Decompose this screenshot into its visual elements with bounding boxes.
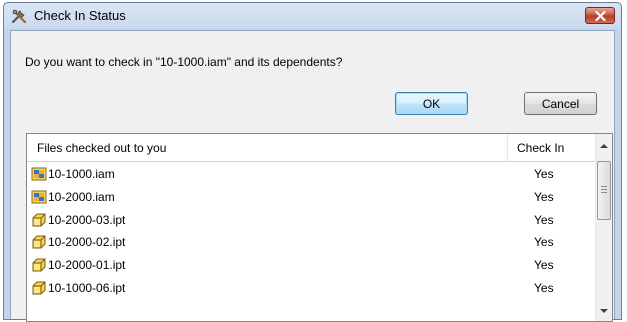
column-header-check-in[interactable]: Check In <box>517 141 564 155</box>
close-icon <box>595 11 606 21</box>
check-in-status[interactable]: Yes <box>534 235 554 249</box>
list-item[interactable]: 10-2000-01.ipt Yes <box>27 254 596 277</box>
list-item[interactable]: 10-2000-02.ipt Yes <box>27 231 596 254</box>
question-text: Do you want to check in "10-1000.iam" an… <box>25 55 343 69</box>
file-name: 10-2000.iam <box>48 189 115 204</box>
tools-icon <box>11 9 27 24</box>
part-file-icon <box>32 258 46 272</box>
check-in-status[interactable]: Yes <box>534 213 554 227</box>
list-item[interactable]: 10-2000-03.ipt Yes <box>27 209 596 232</box>
cancel-button[interactable]: Cancel <box>524 92 597 115</box>
file-name: 10-2000-03.ipt <box>48 212 126 227</box>
file-name: 10-2000-01.ipt <box>48 258 126 273</box>
title-bar[interactable]: Check In Status <box>4 3 621 29</box>
scroll-thumb[interactable] <box>597 161 611 220</box>
check-in-status[interactable]: Yes <box>534 167 554 181</box>
list-item[interactable]: 10-1000-06.ipt Yes <box>27 277 596 300</box>
file-name: 10-1000.iam <box>48 167 115 181</box>
checked-out-files-list[interactable]: Files checked out to you Check In 10-100… <box>26 133 613 322</box>
list-item[interactable]: 10-1000.iam Yes <box>27 163 596 186</box>
part-file-icon <box>32 235 46 249</box>
dialog-window: Check In Status Do you want to check in … <box>3 2 622 322</box>
assembly-file-icon <box>31 167 47 181</box>
scroll-down-icon[interactable] <box>600 307 608 315</box>
file-name: 10-1000-06.ipt <box>48 280 126 295</box>
scroll-up-icon[interactable] <box>600 142 608 150</box>
window-title: Check In Status <box>34 8 126 23</box>
part-file-icon <box>32 281 46 295</box>
check-in-status[interactable]: Yes <box>534 258 554 272</box>
assembly-file-icon <box>31 190 47 204</box>
file-name: 10-2000-02.ipt <box>48 235 126 250</box>
check-in-status[interactable]: Yes <box>534 281 554 295</box>
part-file-icon <box>32 213 46 227</box>
vertical-scrollbar[interactable] <box>595 134 612 321</box>
file-rows: 10-1000.iam Yes 10-2000.iam Yes 10-2000-… <box>27 163 596 300</box>
ok-button[interactable]: OK <box>395 92 468 115</box>
close-button[interactable] <box>585 7 615 24</box>
dialog-body: Do you want to check in "10-1000.iam" an… <box>10 30 615 322</box>
check-in-status[interactable]: Yes <box>534 190 554 204</box>
list-header: Files checked out to you Check In <box>27 134 596 162</box>
column-divider[interactable] <box>507 134 508 161</box>
list-item[interactable]: 10-2000.iam Yes <box>27 186 596 209</box>
column-header-files[interactable]: Files checked out to you <box>37 141 166 155</box>
